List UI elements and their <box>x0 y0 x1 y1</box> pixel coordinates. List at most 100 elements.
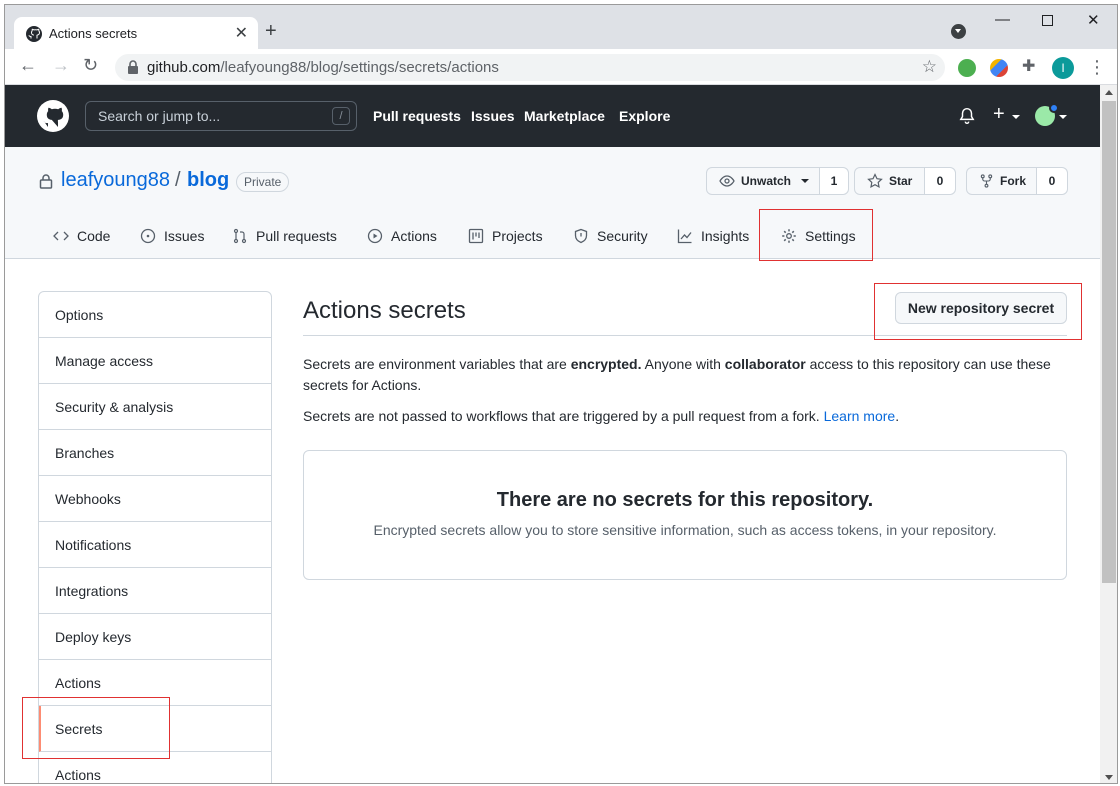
repo-owner-link[interactable]: leafyoung88 <box>61 169 170 192</box>
sidebar-item-security-analysis[interactable]: Security & analysis <box>39 384 271 430</box>
minimize-icon[interactable]: — <box>995 11 1010 28</box>
unwatch-button[interactable]: Unwatch <box>707 168 821 194</box>
desc-encrypted: encrypted. <box>570 356 642 372</box>
scroll-down-arrow-icon[interactable] <box>1105 775 1113 780</box>
search-placeholder: Search or jump to... <box>98 108 221 124</box>
maximize-icon[interactable] <box>1042 15 1053 26</box>
bookmark-star-icon[interactable]: ☆ <box>922 57 937 77</box>
browser-window: Actions secrets ✕ + — ✕ ← → ↻ github.com… <box>4 4 1118 784</box>
star-button-group: Star 0 <box>854 167 956 195</box>
annotation-box-settings <box>759 209 873 261</box>
sidebar-item-deploy-keys[interactable]: Deploy keys <box>39 614 271 660</box>
nav-issues[interactable]: Issues <box>471 108 515 124</box>
search-input[interactable]: Search or jump to... / <box>85 101 357 131</box>
repo-header: leafyoung88 / blog Private Unwatch 1 Sta… <box>5 147 1100 259</box>
extensions-puzzle-icon[interactable]: ✚ <box>1022 56 1040 75</box>
desc-collaborator: collaborator <box>724 356 806 372</box>
github-favicon-icon <box>26 26 42 42</box>
scroll-up-arrow-icon[interactable] <box>1105 90 1113 95</box>
create-new-icon[interactable]: + <box>993 103 1005 126</box>
extension-globe-icon[interactable] <box>958 59 976 77</box>
tab-pull-requests[interactable]: Pull requests <box>232 225 337 247</box>
sidebar-item-options[interactable]: Options <box>39 292 271 338</box>
annotation-box-secrets <box>22 697 170 759</box>
shield-icon <box>574 228 588 244</box>
notifications-bell-icon[interactable] <box>958 107 976 125</box>
tab-security-label: Security <box>597 228 648 244</box>
star-button[interactable]: Star <box>855 168 925 194</box>
unwatch-caret-icon <box>801 179 810 183</box>
project-board-icon <box>468 228 484 244</box>
github-logo-icon[interactable] <box>37 100 69 132</box>
nav-marketplace[interactable]: Marketplace <box>524 108 605 124</box>
browser-menu-icon[interactable]: ⋮ <box>1088 57 1106 78</box>
repo-name-link[interactable]: blog <box>187 169 229 192</box>
tab-actions[interactable]: Actions <box>367 225 437 247</box>
fork-note-period: . <box>895 408 900 424</box>
tab-code-label: Code <box>77 228 111 244</box>
sidebar-item-manage-access[interactable]: Manage access <box>39 338 271 384</box>
tab-projects-label: Projects <box>492 228 543 244</box>
tab-search-icon[interactable] <box>951 24 966 39</box>
tab-pull-requests-label: Pull requests <box>256 228 337 244</box>
browser-tab[interactable]: Actions secrets ✕ <box>14 17 258 51</box>
sidebar-item-branches[interactable]: Branches <box>39 430 271 476</box>
fork-button[interactable]: Fork <box>967 168 1037 194</box>
watch-button-group: Unwatch 1 <box>706 167 850 195</box>
close-window-icon[interactable]: ✕ <box>1087 11 1100 29</box>
sidebar-item-notifications[interactable]: Notifications <box>39 522 271 568</box>
graph-icon <box>677 229 692 244</box>
avatar-caret-icon[interactable] <box>1059 115 1067 119</box>
extension-color-icon[interactable] <box>990 59 1008 77</box>
secrets-description: Secrets are environment variables that a… <box>303 354 1063 396</box>
sidebar-item-integrations[interactable]: Integrations <box>39 568 271 614</box>
scrollbar-thumb[interactable] <box>1102 101 1116 583</box>
tab-strip: Actions secrets ✕ + — ✕ <box>5 5 1117 51</box>
watch-count[interactable]: 1 <box>820 168 849 194</box>
address-bar[interactable]: github.com/leafyoung88/blog/settings/sec… <box>115 54 945 81</box>
tab-title: Actions secrets <box>49 26 138 41</box>
play-circle-icon <box>367 228 383 244</box>
desc-text: Anyone with <box>641 356 725 372</box>
page-title: Actions secrets <box>303 297 466 324</box>
private-lock-icon <box>39 174 53 189</box>
sidebar-item-webhooks[interactable]: Webhooks <box>39 476 271 522</box>
back-icon[interactable]: ← <box>19 55 37 76</box>
pull-request-icon <box>233 228 247 244</box>
tab-issues-label: Issues <box>164 228 205 244</box>
browser-toolbar: ← → ↻ github.com/leafyoung88/blog/settin… <box>5 49 1117 85</box>
eye-icon <box>719 175 735 187</box>
nav-explore[interactable]: Explore <box>619 108 670 124</box>
tab-projects[interactable]: Projects <box>468 225 543 247</box>
new-tab-icon[interactable]: + <box>265 20 277 43</box>
star-label: Star <box>889 174 913 188</box>
search-shortcut-hint: / <box>332 107 350 125</box>
star-count[interactable]: 0 <box>925 168 955 194</box>
fork-note: Secrets are not passed to workflows that… <box>303 406 1063 427</box>
empty-state-title: There are no secrets for this repository… <box>496 489 874 511</box>
reload-icon[interactable]: ↻ <box>83 55 98 76</box>
repo-path-separator: / <box>175 169 181 191</box>
tab-security[interactable]: Security <box>573 225 648 247</box>
learn-more-link[interactable]: Learn more <box>824 408 896 424</box>
url-text: github.com/leafyoung88/blog/settings/sec… <box>147 59 499 76</box>
tab-issues[interactable]: Issues <box>140 225 204 247</box>
tab-insights-label: Insights <box>701 228 750 244</box>
status-dot-icon <box>1049 103 1059 113</box>
profile-avatar[interactable]: I <box>1052 57 1074 79</box>
tab-actions-label: Actions <box>391 228 437 244</box>
nav-pull-requests[interactable]: Pull requests <box>373 108 461 124</box>
star-icon <box>867 173 883 189</box>
tab-insights[interactable]: Insights <box>677 225 749 247</box>
tab-code[interactable]: Code <box>53 225 110 247</box>
empty-state-box: There are no secrets for this repository… <box>303 450 1067 580</box>
close-tab-icon[interactable]: ✕ <box>235 23 248 43</box>
fork-button-group: Fork 0 <box>966 167 1068 195</box>
issue-icon <box>140 228 156 244</box>
create-caret-icon[interactable] <box>1012 115 1020 119</box>
github-header: Search or jump to... / Pull requests Iss… <box>5 85 1100 147</box>
visibility-badge: Private <box>236 172 290 192</box>
fork-count[interactable]: 0 <box>1037 168 1067 194</box>
forward-icon[interactable]: → <box>52 55 70 76</box>
page-scrollbar[interactable] <box>1100 85 1117 783</box>
